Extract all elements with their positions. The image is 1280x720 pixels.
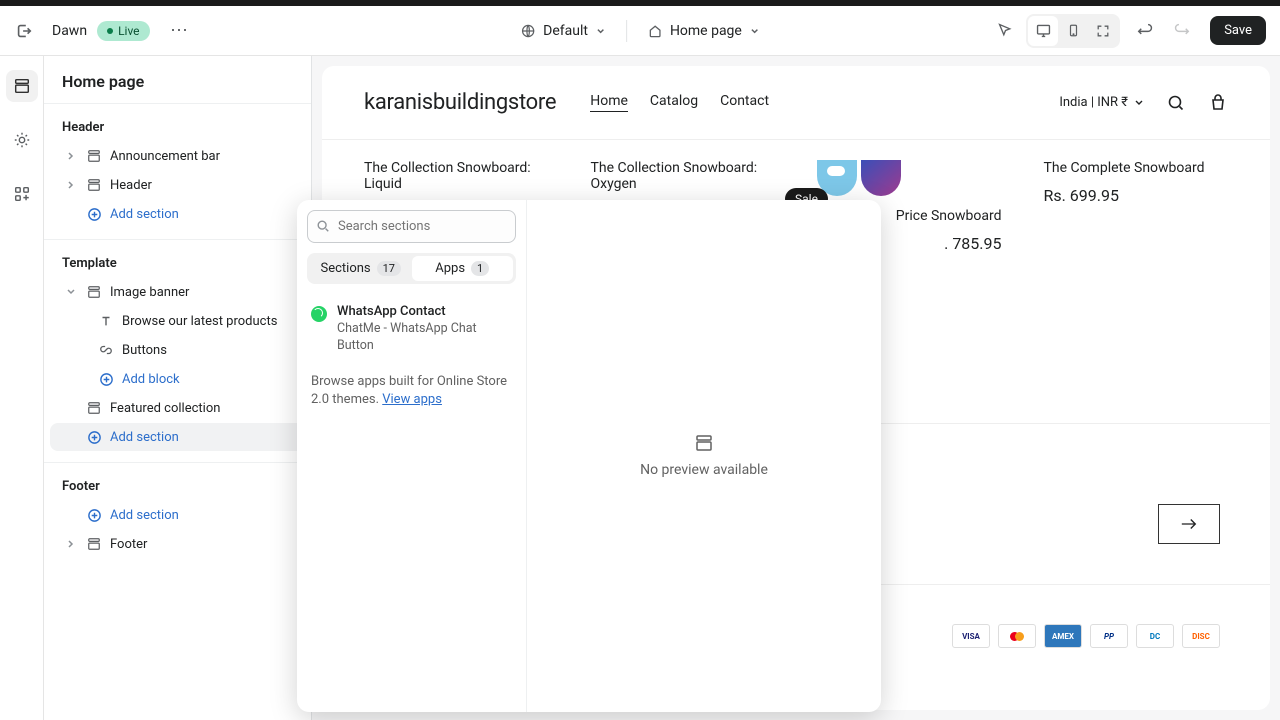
section-icon: [86, 400, 102, 416]
section-featured-collection[interactable]: Featured collection: [50, 394, 305, 422]
chevron-down-icon: [1134, 98, 1144, 108]
search-icon[interactable]: [1166, 93, 1186, 113]
block-heading[interactable]: Browse our latest products: [50, 307, 305, 335]
nav-catalog[interactable]: Catalog: [650, 93, 698, 112]
cart-icon[interactable]: [1208, 93, 1228, 113]
tab-sections[interactable]: Sections 17: [310, 256, 412, 281]
plus-circle-icon: [86, 507, 102, 523]
exit-editor-button[interactable]: [14, 21, 34, 41]
chevron-down-icon: [595, 25, 606, 36]
undo-button[interactable]: [1130, 16, 1160, 46]
chevron-down-icon: [66, 287, 76, 297]
chevron-down-icon: [749, 25, 760, 36]
nav-contact[interactable]: Contact: [720, 93, 769, 112]
product-thumb: [861, 160, 901, 196]
plus-circle-icon: [98, 371, 114, 387]
link-icon: [98, 342, 114, 358]
page-dropdown[interactable]: Home page: [647, 23, 760, 39]
fullscreen-view-button[interactable]: [1088, 16, 1118, 46]
product-card[interactable]: The Complete Snowboard Rs. 699.95: [1044, 160, 1229, 253]
chevron-right-icon: [66, 180, 76, 190]
style-dropdown[interactable]: Default: [520, 23, 606, 39]
inspector-button[interactable]: [990, 16, 1020, 46]
locale-dropdown[interactable]: India | INR ₹: [1059, 95, 1144, 110]
section-icon: [86, 536, 102, 552]
redo-button[interactable]: [1166, 16, 1196, 46]
page-title: Home page: [44, 56, 311, 103]
whatsapp-icon: [311, 306, 327, 322]
live-status-badge: Live: [97, 21, 149, 41]
search-sections-input[interactable]: [307, 210, 516, 243]
payment-icons: VISA AMEX PP DC DISC: [952, 624, 1220, 648]
footer-group-label: Footer: [44, 473, 311, 500]
add-footer-section-button[interactable]: Add section: [50, 501, 305, 529]
email-submit-button[interactable]: [1158, 504, 1220, 544]
chevron-right-icon: [66, 539, 76, 549]
section-announcement-bar[interactable]: Announcement bar: [50, 142, 305, 170]
store-name: karanisbuildingstore: [364, 90, 556, 115]
block-buttons[interactable]: Buttons: [50, 336, 305, 364]
mobile-view-button[interactable]: [1058, 16, 1088, 46]
header-group-label: Header: [44, 114, 311, 141]
browse-apps-text: Browse apps built for Online Store 2.0 t…: [307, 373, 516, 409]
no-preview-label: No preview available: [640, 462, 768, 478]
view-apps-link[interactable]: View apps: [382, 392, 442, 407]
section-icon: [86, 284, 102, 300]
chevron-right-icon: [66, 151, 76, 161]
add-block-button[interactable]: Add block: [50, 365, 305, 393]
tab-apps[interactable]: Apps 1: [412, 256, 514, 281]
add-section-popover: Sections 17 Apps 1 WhatsApp Contact Chat…: [297, 200, 881, 712]
save-button[interactable]: Save: [1210, 16, 1266, 45]
desktop-view-button[interactable]: [1028, 16, 1058, 46]
add-header-section-button[interactable]: Add section: [50, 200, 305, 228]
more-actions-button[interactable]: ⋯: [166, 17, 194, 45]
section-image-banner[interactable]: Image banner: [50, 278, 305, 306]
section-header[interactable]: Header: [50, 171, 305, 199]
section-footer[interactable]: Footer: [50, 530, 305, 558]
section-icon: [86, 177, 102, 193]
text-icon: [98, 313, 114, 329]
add-template-section-button[interactable]: Add section: [50, 423, 305, 451]
section-icon: [695, 434, 713, 452]
section-icon: [86, 148, 102, 164]
sections-rail-button[interactable]: [6, 70, 38, 102]
search-icon: [316, 219, 330, 233]
apps-rail-button[interactable]: [6, 178, 38, 210]
theme-settings-rail-button[interactable]: [6, 124, 38, 156]
template-group-label: Template: [44, 250, 311, 277]
plus-circle-icon: [86, 429, 102, 445]
app-whatsapp-contact[interactable]: WhatsApp Contact ChatMe - WhatsApp Chat …: [307, 298, 516, 361]
nav-home[interactable]: Home: [590, 93, 628, 112]
plus-circle-icon: [86, 206, 102, 222]
theme-name: Dawn: [52, 23, 87, 39]
